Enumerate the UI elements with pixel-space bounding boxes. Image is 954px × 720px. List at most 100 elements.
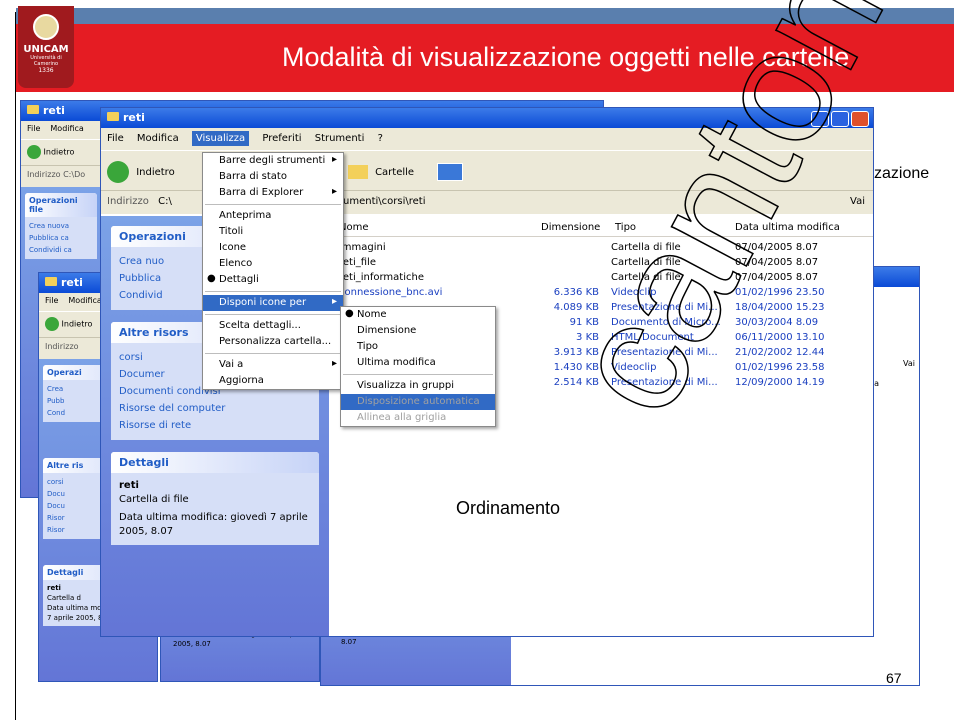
menu-modifica[interactable]: Modifica <box>137 133 179 144</box>
ops-item[interactable]: Pubblica ca <box>29 232 93 244</box>
logo-subtitle: Università di Camerino <box>30 55 62 67</box>
checked-bullet-icon: ● <box>207 273 216 284</box>
menu-modifica[interactable]: Modifica <box>68 296 101 305</box>
menu-item[interactable]: Visualizza in gruppi <box>341 378 495 394</box>
menu-item[interactable]: Titoli <box>203 224 343 240</box>
file-name: reti_file <box>339 257 376 268</box>
menu-item-label: Barre degli strumenti <box>219 155 326 166</box>
menu-file[interactable]: File <box>45 296 58 305</box>
back-arrow-icon[interactable] <box>45 317 59 331</box>
menu-item[interactable]: Icone <box>203 240 343 256</box>
go-label[interactable]: Vai <box>903 359 915 368</box>
file-name: connessione_bnc.avi <box>339 287 443 298</box>
logo-name: UNICAM <box>23 44 69 55</box>
address-value[interactable]: C:\ <box>158 196 172 207</box>
menu-item[interactable]: Scelta dettagli... <box>203 318 343 334</box>
back-button-label[interactable]: Indietro <box>44 148 75 157</box>
folder-icon <box>45 277 57 286</box>
crest-icon <box>33 14 59 40</box>
menu-item-label: Anteprima <box>219 210 272 221</box>
menu-item[interactable]: Tipo <box>341 339 495 355</box>
view-menu: Barre degli strumenti ▸ Barra di stato Barr… <box>202 152 344 390</box>
back-arrow-icon[interactable] <box>27 145 41 159</box>
unicam-logo: UNICAM Università di Camerino 1336 <box>18 6 74 88</box>
menu-item[interactable]: Barre degli strumenti ▸ <box>203 153 343 169</box>
menu-item-label: Barra di stato <box>219 171 287 182</box>
menu-item-label: Allinea alla griglia <box>357 412 447 423</box>
menu-item[interactable]: Dimensione <box>341 323 495 339</box>
address-path[interactable]: umenti\corsi\reti <box>343 196 425 207</box>
folder-icon <box>107 112 119 121</box>
folder-icon <box>27 105 39 114</box>
file-name: reti_informatiche <box>339 272 424 283</box>
ops-item[interactable]: Condividi ca <box>29 244 93 256</box>
menu-item[interactable]: Ultima modifica <box>341 355 495 371</box>
menu-item[interactable]: Personalizza cartella... <box>203 334 343 350</box>
file-date: 21/02/2002 12.44 <box>735 347 825 358</box>
menu-item-label: Disposizione automatica <box>357 396 480 407</box>
folders-button-label[interactable]: Cartelle <box>375 167 414 178</box>
file-name: immagini <box>339 242 386 253</box>
back-button-label[interactable]: Indietro <box>136 167 175 178</box>
menu-item-label: Visualizza in gruppi <box>357 380 455 391</box>
menu-item[interactable]: Elenco <box>203 256 343 272</box>
menu-item-label: Personalizza cartella... <box>219 336 332 347</box>
menu-item[interactable]: Aggiorna <box>203 373 343 389</box>
back-arrow-icon[interactable] <box>107 161 129 183</box>
menu-item-label: Titoli <box>219 226 244 237</box>
address-value[interactable]: C:\Do <box>63 170 85 179</box>
address-label: Indirizzo <box>107 196 149 207</box>
menu-item-label: Tipo <box>357 341 379 352</box>
details-name: reti <box>119 480 139 491</box>
go-button-label[interactable]: Vai <box>850 196 865 207</box>
back-button-label[interactable]: Indietro <box>62 320 93 329</box>
menu-item-label: Scelta dettagli... <box>219 320 301 331</box>
menu-item[interactable]: Nome ● <box>341 307 495 323</box>
submenu-arrow-icon: ▸ <box>331 154 337 165</box>
menu-item[interactable]: Barra di Explorer ▸ <box>203 185 343 201</box>
menu-file[interactable]: File <box>107 133 124 144</box>
menu-item[interactable]: Dettagli ● <box>203 272 343 288</box>
submenu-arrow-icon: ▸ <box>331 186 337 197</box>
other-item[interactable]: Risorse di rete <box>119 417 311 434</box>
other-item[interactable]: Risorse del computer <box>119 400 311 417</box>
slide-frame-left <box>0 12 16 720</box>
menu-item: Disposizione automatica <box>341 394 495 410</box>
menu-item-label: Elenco <box>219 258 253 269</box>
menu-item-label: Vai a <box>219 359 244 370</box>
menu-strumenti[interactable]: Strumenti <box>315 133 365 144</box>
menu-preferiti[interactable]: Preferiti <box>262 133 301 144</box>
menu-item-label: Dimensione <box>357 325 417 336</box>
details-date: Data ultima modifica: giovedì 7 aprile 2… <box>119 512 308 537</box>
caption-zazione: zazione <box>874 165 930 182</box>
folders-icon[interactable] <box>347 165 368 179</box>
menu-separator <box>205 291 341 292</box>
menu-item-label: Dettagli <box>219 274 259 285</box>
menu-visualizza[interactable]: Visualizza <box>191 131 250 146</box>
details-panel: Dettagli reti Cartella di file Data ulti… <box>111 452 319 545</box>
menu-file[interactable]: File <box>27 124 40 133</box>
menu-separator <box>205 314 341 315</box>
menu-item[interactable]: Barra di stato <box>203 169 343 185</box>
logo-year: 1336 <box>38 67 54 74</box>
address-label: Indirizzo <box>27 170 61 179</box>
menu-item-label: Disponi icone per <box>219 297 307 308</box>
menu-modifica[interactable]: Modifica <box>50 124 83 133</box>
menu-item-label: Icone <box>219 242 247 253</box>
ops-item[interactable]: Crea nuova <box>29 220 93 232</box>
menu-item-label: Ultima modifica <box>357 357 436 368</box>
menu-item[interactable]: Disponi icone per ▸ <box>203 295 343 311</box>
column-header-size[interactable]: Dimensione <box>541 222 600 240</box>
menu-item[interactable]: Anteprima <box>203 208 343 224</box>
details-title: Dettagli <box>111 452 319 473</box>
address-label: Indirizzo <box>45 342 79 351</box>
file-date: 01/02/1996 23.58 <box>735 362 825 373</box>
menu-separator <box>205 204 341 205</box>
views-icon[interactable] <box>437 163 464 181</box>
menu-item[interactable]: Vai a ▸ <box>203 357 343 373</box>
menu-item-label: Aggiorna <box>219 375 264 386</box>
slide: UNICAM Università di Camerino 1336 Modal… <box>0 0 954 720</box>
arrange-icons-submenu: Nome ● Dimensione Tipo Ultima modifica Visual… <box>340 306 496 427</box>
checked-bullet-icon: ● <box>345 308 354 319</box>
menu-help[interactable]: ? <box>378 133 383 144</box>
